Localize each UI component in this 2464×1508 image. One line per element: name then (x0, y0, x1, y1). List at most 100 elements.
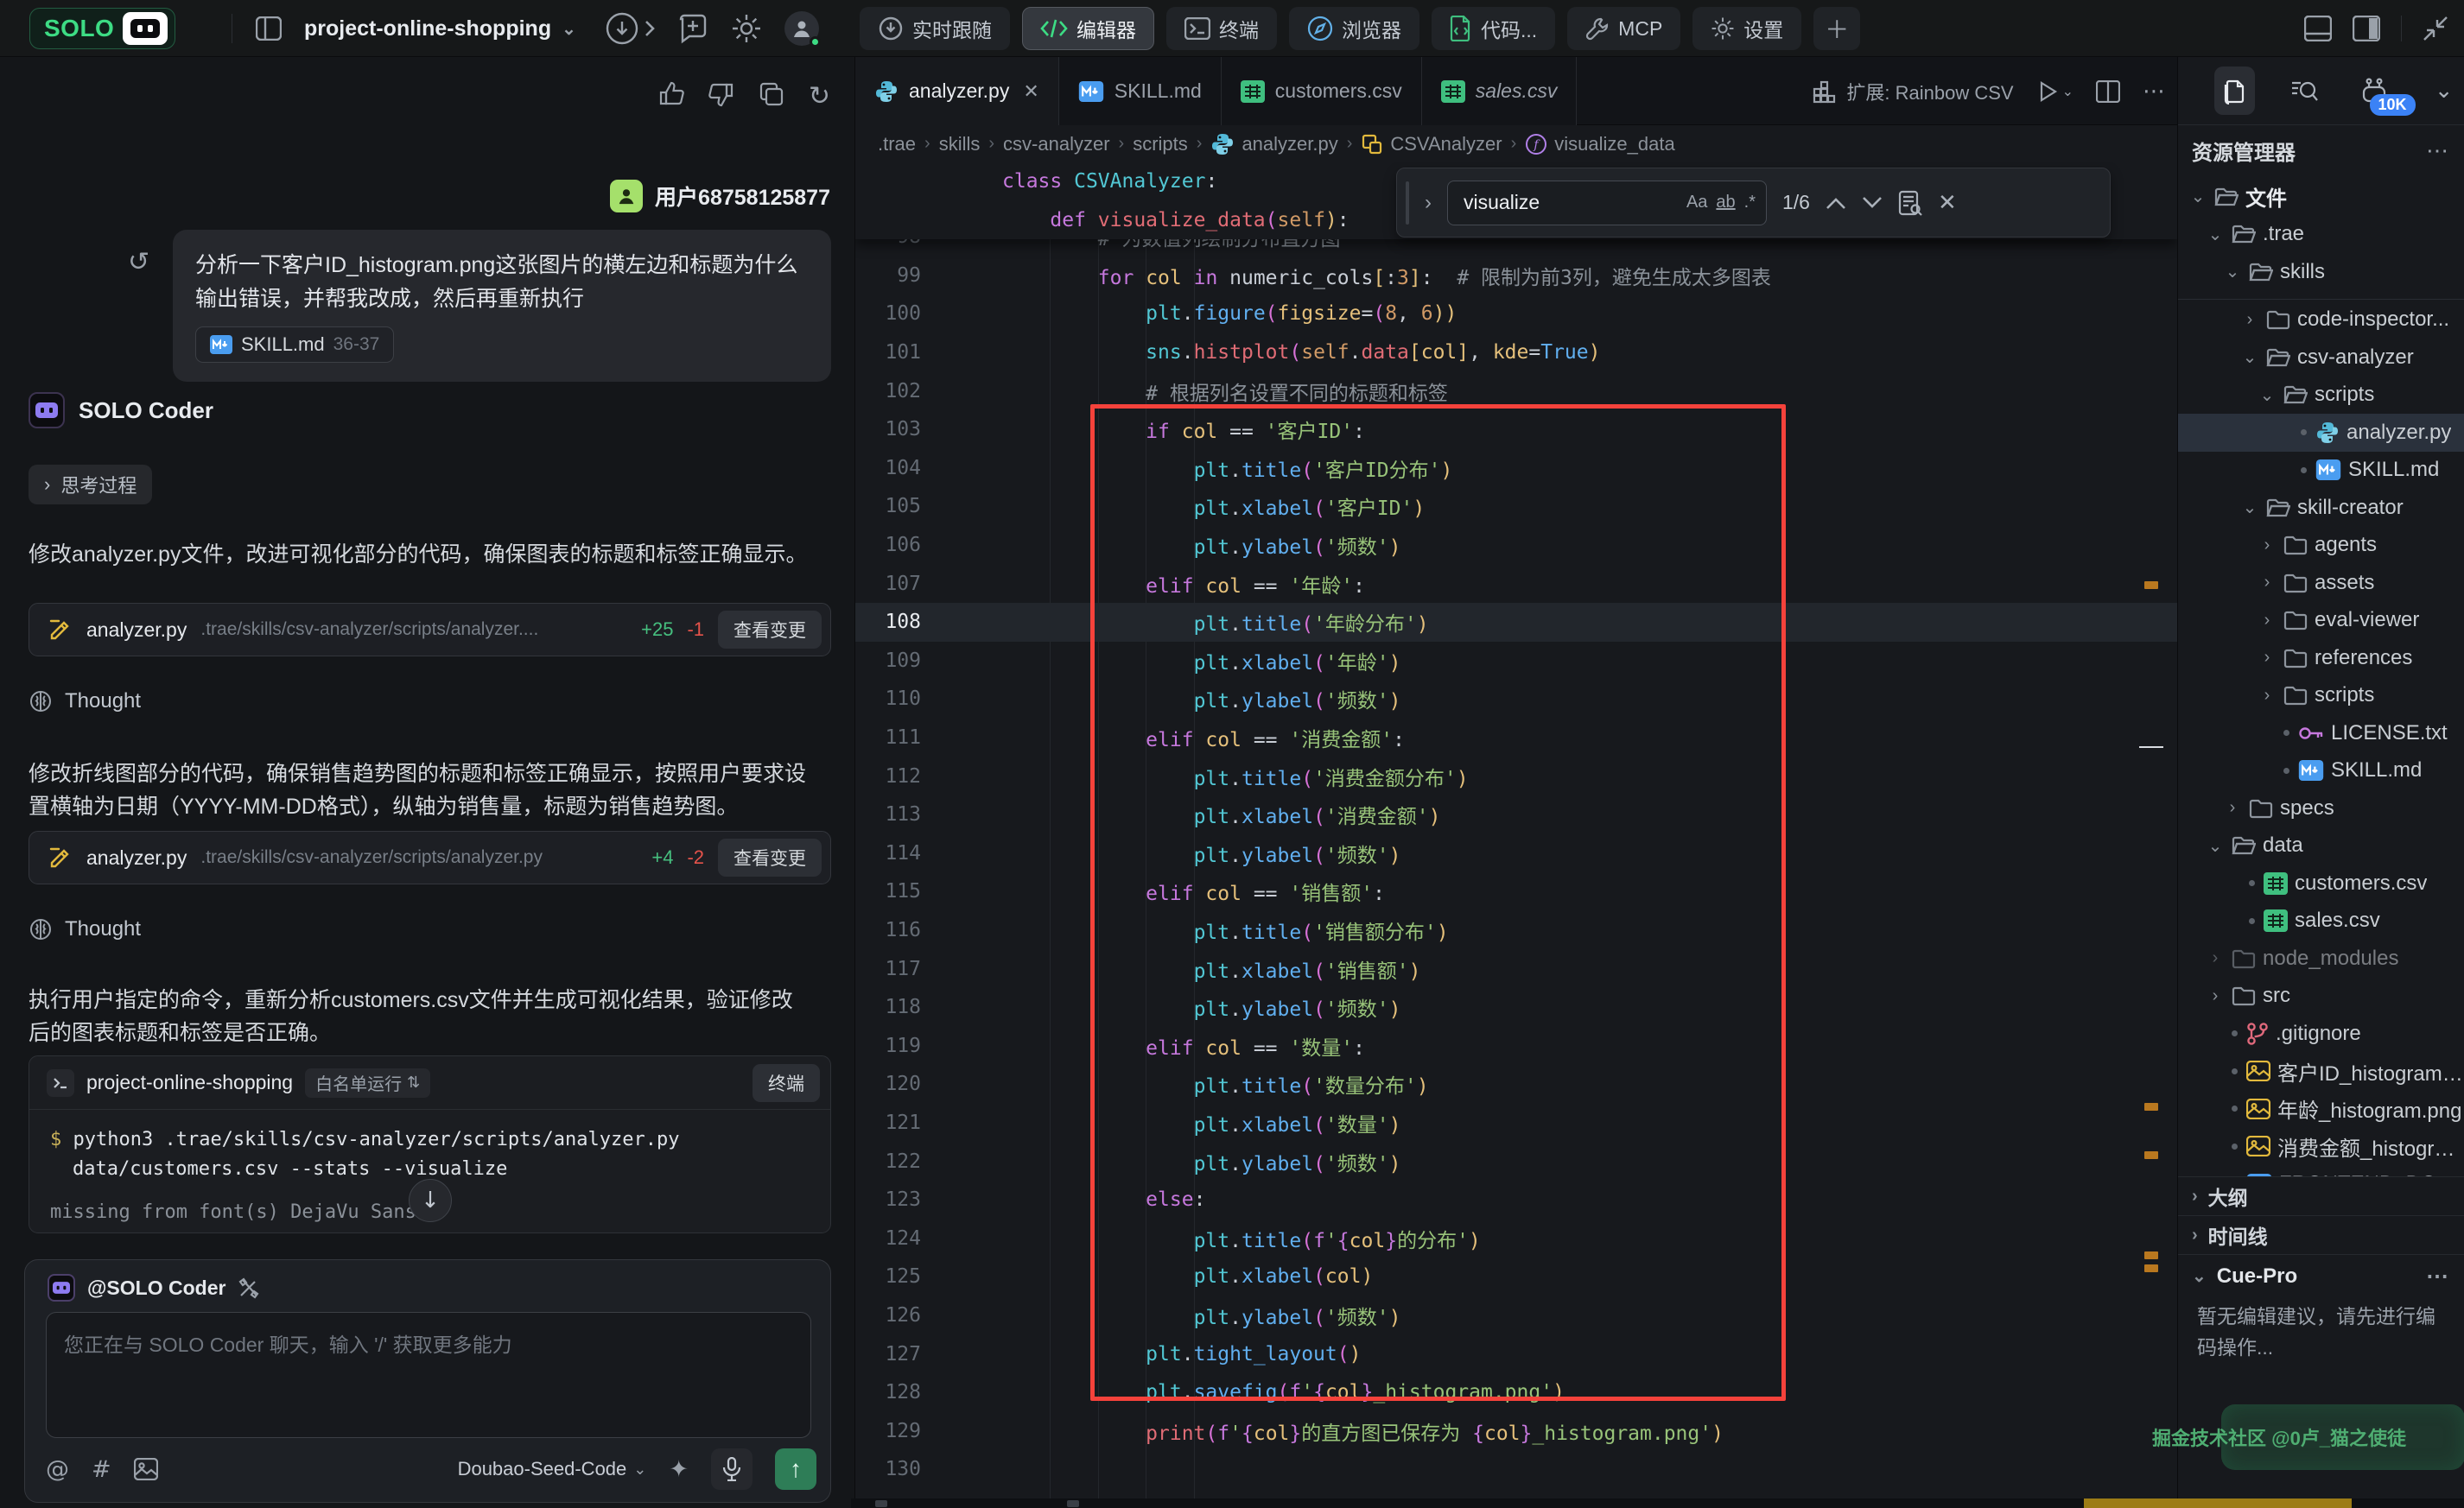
breadcrumb-item-csv-analyzer[interactable]: csv-analyzer (1003, 133, 1109, 155)
tree-item-node_modules[interactable]: ›node_modules (2178, 940, 2464, 978)
code-line-122[interactable]: 122 plt.ylabel('频数') (855, 1142, 2177, 1181)
line-number[interactable]: 99 (855, 264, 950, 287)
line-number[interactable]: 113 (855, 803, 950, 826)
tree-item-LICENSE.txt[interactable]: LICENSE.txt (2178, 714, 2464, 752)
next-match-icon[interactable] (1862, 196, 1883, 210)
view-changes-button[interactable]: 查看变更 (718, 839, 822, 877)
line-number[interactable]: 121 (855, 1112, 950, 1134)
editor-tab-analyzer.py[interactable]: analyzer.py✕ (855, 57, 1059, 125)
editor-tab-customers.csv[interactable]: customers.csv (1222, 57, 1422, 125)
breadcrumb-item-CSVAnalyzer[interactable]: CSVAnalyzer (1361, 133, 1502, 155)
gear-icon[interactable] (731, 13, 762, 44)
regenerate-icon[interactable]: ↻ (809, 81, 830, 111)
code-line-127[interactable]: 127 plt.tight_layout() (855, 1334, 2177, 1373)
tree-item-SKILL.md[interactable]: SKILL.md (2178, 452, 2464, 490)
close-tab-icon[interactable]: ✕ (1023, 80, 1038, 103)
tree-item-eval-viewer[interactable]: ›eval-viewer (2178, 602, 2464, 640)
overview-ruler[interactable] (2136, 162, 2177, 1508)
line-number[interactable]: 127 (855, 1343, 950, 1365)
nav-tab-实时跟随[interactable]: 实时跟随 (860, 7, 1010, 50)
sidebar-toggle-icon[interactable] (256, 16, 282, 41)
mic-button[interactable] (711, 1448, 753, 1490)
ai-robot-icon[interactable]: 10K (2354, 67, 2395, 115)
code-line-103[interactable]: 103 if col == '客户ID': (855, 410, 2177, 449)
line-number[interactable]: 100 (855, 302, 950, 325)
nav-tab-代码...[interactable]: 代码... (1432, 7, 1555, 50)
code-line-115[interactable]: 115 elif col == '销售额': (855, 872, 2177, 911)
code-line-109[interactable]: 109 plt.xlabel('年龄') (855, 642, 2177, 681)
line-number[interactable]: 124 (855, 1227, 950, 1250)
nav-tab-设置[interactable]: 设置 (1692, 7, 1801, 50)
thumbs-down-icon[interactable] (708, 81, 734, 111)
code-line-121[interactable]: 121 plt.xlabel('数量') (855, 1104, 2177, 1143)
tree-item-scripts[interactable]: ›scripts (2178, 677, 2464, 715)
line-number[interactable]: 116 (855, 919, 950, 941)
code-line-110[interactable]: 110 plt.ylabel('频数') (855, 680, 2177, 719)
line-number[interactable]: 107 (855, 573, 950, 595)
breadcrumb-item-visualize_data[interactable]: fvisualize_data (1525, 133, 1674, 155)
tree-item-customers.csv[interactable]: customers.csv (2178, 865, 2464, 903)
nav-tab-MCP[interactable]: MCP (1567, 7, 1680, 50)
split-editor-icon[interactable] (2096, 80, 2120, 103)
tree-item-assets[interactable]: ›assets (2178, 564, 2464, 602)
line-number[interactable]: 120 (855, 1073, 950, 1095)
restore-checkpoint-icon[interactable]: ↺ (128, 247, 149, 277)
regex-toggle[interactable]: .* (1744, 193, 1756, 212)
user-avatar[interactable] (784, 11, 819, 46)
previous-match-icon[interactable] (1826, 196, 1846, 210)
nav-tab-编辑器[interactable]: 编辑器 (1022, 7, 1154, 50)
code-line-130[interactable]: 130 (855, 1450, 2177, 1489)
code-line-99[interactable]: 99 for col in numeric_cols[:3]: # 限制为前3列… (855, 257, 2177, 295)
line-number[interactable]: 106 (855, 534, 950, 556)
enhance-sparkle-icon[interactable]: ✦ (669, 1456, 689, 1483)
tree-item-csv-analyzer[interactable]: ⌄csv-analyzer (2178, 339, 2464, 377)
search-icon[interactable] (2284, 67, 2325, 115)
changed-file-name[interactable]: analyzer.py (86, 846, 187, 870)
code-line-123[interactable]: 123 else: (855, 1181, 2177, 1220)
nav-tab-浏览器[interactable]: 浏览器 (1289, 7, 1419, 50)
line-number[interactable]: 119 (855, 1035, 950, 1057)
attachment-chip[interactable]: SKILL.md 36-37 (195, 326, 394, 363)
cue-pro-section[interactable]: ⌄ Cue-Pro ⋯ (2178, 1254, 2464, 1297)
line-number[interactable]: 114 (855, 842, 950, 865)
line-number[interactable]: 110 (855, 687, 950, 710)
tree-item-scripts[interactable]: ⌄scripts (2178, 377, 2464, 415)
tools-icon[interactable] (238, 1277, 260, 1299)
line-number[interactable]: 103 (855, 418, 950, 440)
checkpoint-download-icon[interactable] (605, 11, 655, 46)
code-line-107[interactable]: 107 elif col == '年龄': (855, 564, 2177, 603)
more-actions-icon[interactable]: ⋯ (2426, 137, 2450, 164)
code-line-108[interactable]: 108 plt.title('年龄分布') (855, 603, 2177, 642)
thinking-process-toggle[interactable]: › 思考过程 (29, 465, 152, 504)
thumbs-up-icon[interactable] (658, 81, 684, 111)
new-chat-icon[interactable] (677, 13, 708, 44)
panel-right-icon[interactable] (2353, 16, 2380, 41)
tree-item-skills[interactable]: ⌄skills (2178, 253, 2464, 291)
tree-item-specs[interactable]: ›specs (2178, 789, 2464, 827)
code-line-106[interactable]: 106 plt.ylabel('频数') (855, 526, 2177, 565)
whole-word-toggle[interactable]: ab (1716, 193, 1735, 212)
tree-item-客户ID_histogram.png[interactable]: 客户ID_histogram.png (2178, 1053, 2464, 1091)
scroll-down-button[interactable]: ↓ (409, 1179, 452, 1222)
code-line-102[interactable]: 102 # 根据列名设置不同的标题和标签 (855, 371, 2177, 410)
explorer-files-icon[interactable] (2214, 67, 2255, 115)
collapse-window-icon[interactable] (2423, 16, 2448, 41)
code-line-111[interactable]: 111 elif col == '消费金额': (855, 719, 2177, 757)
line-number[interactable]: 109 (855, 649, 950, 672)
code-line-105[interactable]: 105 plt.xlabel('客户ID') (855, 487, 2177, 526)
copy-icon[interactable] (759, 81, 784, 111)
line-number[interactable]: 122 (855, 1150, 950, 1173)
line-number[interactable]: 112 (855, 765, 950, 788)
extension-recommendation[interactable]: 扩展: Rainbow CSV (1812, 78, 2013, 105)
timeline-section[interactable]: › 时间线 (2178, 1215, 2464, 1254)
code-line-117[interactable]: 117 plt.xlabel('销售额') (855, 949, 2177, 988)
line-number[interactable]: 126 (855, 1304, 950, 1327)
changed-file-name[interactable]: analyzer.py (86, 618, 187, 642)
code-line-100[interactable]: 100 plt.figure(figsize=(8, 6)) (855, 295, 2177, 333)
line-number[interactable]: 105 (855, 495, 950, 517)
line-number[interactable]: 101 (855, 341, 950, 364)
code-line-126[interactable]: 126 plt.ylabel('频数') (855, 1296, 2177, 1335)
tree-item-.gitignore[interactable]: .gitignore (2178, 1015, 2464, 1053)
send-button[interactable]: ↑ (775, 1448, 816, 1490)
find-in-selection-icon[interactable] (1898, 190, 1922, 216)
